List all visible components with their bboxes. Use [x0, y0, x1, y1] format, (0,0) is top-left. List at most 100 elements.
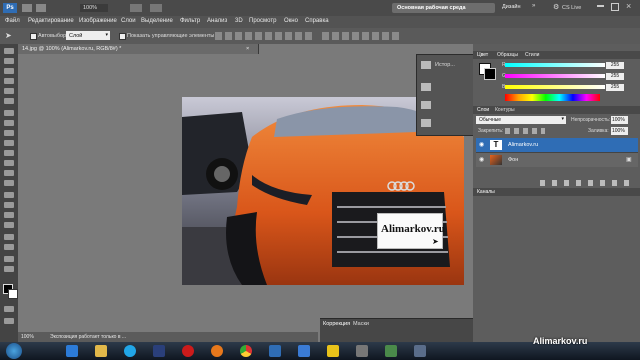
- character-icon[interactable]: [421, 119, 431, 127]
- blend-mode-select[interactable]: Обычные ▾: [476, 116, 566, 124]
- screen-mode-tool-icon[interactable]: [4, 318, 14, 324]
- lock-buttons-group[interactable]: [505, 128, 545, 134]
- document-tab[interactable]: 14.jpg @ 100% (Alimarkov.ru, RGB/8#) * ×: [18, 44, 259, 54]
- chrome-icon[interactable]: [240, 345, 252, 357]
- minimize-button[interactable]: [597, 5, 604, 7]
- shape-tool-icon[interactable]: [4, 222, 14, 228]
- maximize-button[interactable]: [611, 3, 619, 11]
- layers-footer-buttons[interactable]: [540, 180, 630, 186]
- channel-b-slider[interactable]: [505, 85, 605, 89]
- menu-item-select[interactable]: Выделение: [141, 18, 173, 24]
- tab-color[interactable]: Цвет: [477, 52, 488, 58]
- layer-name[interactable]: Alimarkov.ru: [508, 142, 538, 148]
- launch-mini-bridge-icon[interactable]: [36, 4, 46, 12]
- menu-item-edit[interactable]: Редактирование: [28, 18, 74, 24]
- launch-bridge-icon[interactable]: [22, 4, 32, 12]
- color-bg-swatch[interactable]: [484, 68, 496, 80]
- arrange-documents-icon[interactable]: [130, 4, 142, 12]
- close-tab-icon[interactable]: ×: [246, 46, 249, 52]
- menu-item-3d[interactable]: 3D: [235, 18, 243, 24]
- network-app-icon[interactable]: [414, 345, 426, 357]
- channel-r-slider[interactable]: [505, 63, 605, 67]
- color-spectrum-ramp[interactable]: [505, 94, 600, 101]
- pen-tool-icon[interactable]: [4, 192, 14, 198]
- eye-icon[interactable]: ◉: [479, 156, 484, 163]
- move-tool-preset-icon[interactable]: ➤: [5, 32, 19, 40]
- menu-item-image[interactable]: Изображение: [79, 18, 117, 24]
- zoom-tool-icon[interactable]: [4, 266, 14, 272]
- layer-row-background[interactable]: ◉ Фон ▣: [476, 152, 638, 167]
- quick-select-tool-icon[interactable]: [4, 78, 14, 84]
- healing-brush-tool-icon[interactable]: [4, 110, 14, 116]
- tool-icon[interactable]: [385, 345, 397, 357]
- layer-row-text[interactable]: ◉ T Alimarkov.ru: [476, 138, 638, 152]
- menu-item-analysis[interactable]: Анализ: [207, 18, 227, 24]
- lasso-tool-icon[interactable]: [4, 68, 14, 74]
- distribute-buttons-group[interactable]: [322, 32, 402, 40]
- tab-channels[interactable]: Каналы: [477, 189, 495, 195]
- menu-item-help[interactable]: Справка: [305, 18, 329, 24]
- eye-icon[interactable]: ◉: [479, 141, 484, 148]
- hand-tool-icon[interactable]: [4, 256, 14, 262]
- eyedropper-tool-icon[interactable]: [4, 98, 14, 104]
- quick-mask-icon[interactable]: [4, 306, 14, 312]
- menu-item-file[interactable]: Файл: [5, 18, 20, 24]
- actions-icon[interactable]: [421, 83, 431, 91]
- blur-tool-icon[interactable]: [4, 170, 14, 176]
- design-workspace-link[interactable]: Дизайн: [502, 4, 521, 10]
- tab-swatches[interactable]: Образцы: [497, 52, 518, 58]
- tab-paths[interactable]: Контуры: [495, 107, 515, 113]
- media-app-icon[interactable]: [327, 345, 339, 357]
- workspace-button[interactable]: Основная рабочая среда: [392, 3, 495, 13]
- utility-icon[interactable]: [356, 345, 368, 357]
- autoselect-target-select[interactable]: Слой ▾: [66, 31, 110, 40]
- autoselect-checkbox[interactable]: [30, 33, 37, 40]
- opacity-input[interactable]: 100%: [611, 116, 628, 124]
- tab-masks[interactable]: Маски: [353, 321, 369, 327]
- zoom-level-select[interactable]: 100%: [80, 4, 108, 12]
- fill-input[interactable]: 100%: [611, 127, 628, 135]
- clone-stamp-tool-icon[interactable]: [4, 130, 14, 136]
- history-brush-tool-icon[interactable]: [4, 140, 14, 146]
- opera-icon[interactable]: [182, 345, 194, 357]
- menu-item-filter[interactable]: Фильтр: [180, 18, 200, 24]
- show-controls-checkbox[interactable]: [119, 33, 126, 40]
- chevron-right-icon[interactable]: »: [532, 3, 535, 9]
- path-selection-tool-icon[interactable]: [4, 212, 14, 218]
- layer-name[interactable]: Фон: [508, 157, 518, 163]
- align-buttons-group[interactable]: [215, 32, 315, 40]
- screen-mode-icon[interactable]: [150, 4, 162, 12]
- internet-explorer-icon[interactable]: [66, 345, 78, 357]
- history-icon[interactable]: [421, 61, 431, 69]
- status-zoom[interactable]: 100%: [21, 334, 34, 340]
- menu-item-view[interactable]: Просмотр: [249, 18, 276, 24]
- photoshop-taskbar-icon[interactable]: [269, 345, 281, 357]
- channel-b-value[interactable]: 255: [606, 84, 624, 91]
- channel-g-value[interactable]: 255: [606, 73, 624, 80]
- explorer-folder-icon[interactable]: [95, 345, 107, 357]
- tab-layers[interactable]: Слои: [477, 107, 489, 113]
- app-taskbar-icon[interactable]: [298, 345, 310, 357]
- media-player-icon[interactable]: [153, 345, 165, 357]
- background-color-swatch[interactable]: [8, 289, 18, 299]
- brush-tool-icon[interactable]: [4, 120, 14, 126]
- channel-g-slider[interactable]: [505, 74, 605, 78]
- close-icon[interactable]: ×: [626, 1, 631, 11]
- crop-tool-icon[interactable]: [4, 88, 14, 94]
- brush-presets-icon[interactable]: [421, 101, 431, 109]
- channel-r-value[interactable]: 255: [606, 62, 624, 69]
- move-tool-icon[interactable]: [4, 48, 14, 54]
- 3d-camera-tool-icon[interactable]: [4, 244, 14, 250]
- tab-styles[interactable]: Стили: [525, 52, 539, 58]
- tab-corrections[interactable]: Коррекция: [323, 321, 350, 327]
- start-button[interactable]: [6, 343, 22, 359]
- dodge-tool-icon[interactable]: [4, 180, 14, 186]
- cslive-button[interactable]: ⚙ CS Live: [553, 3, 585, 13]
- firefox-icon[interactable]: [211, 345, 223, 357]
- skype-icon[interactable]: [124, 345, 136, 357]
- 3d-rotate-tool-icon[interactable]: [4, 234, 14, 240]
- menu-item-layers[interactable]: Слои: [121, 18, 136, 24]
- marquee-tool-icon[interactable]: [4, 58, 14, 64]
- menu-item-window[interactable]: Окно: [284, 18, 298, 24]
- eraser-tool-icon[interactable]: [4, 150, 14, 156]
